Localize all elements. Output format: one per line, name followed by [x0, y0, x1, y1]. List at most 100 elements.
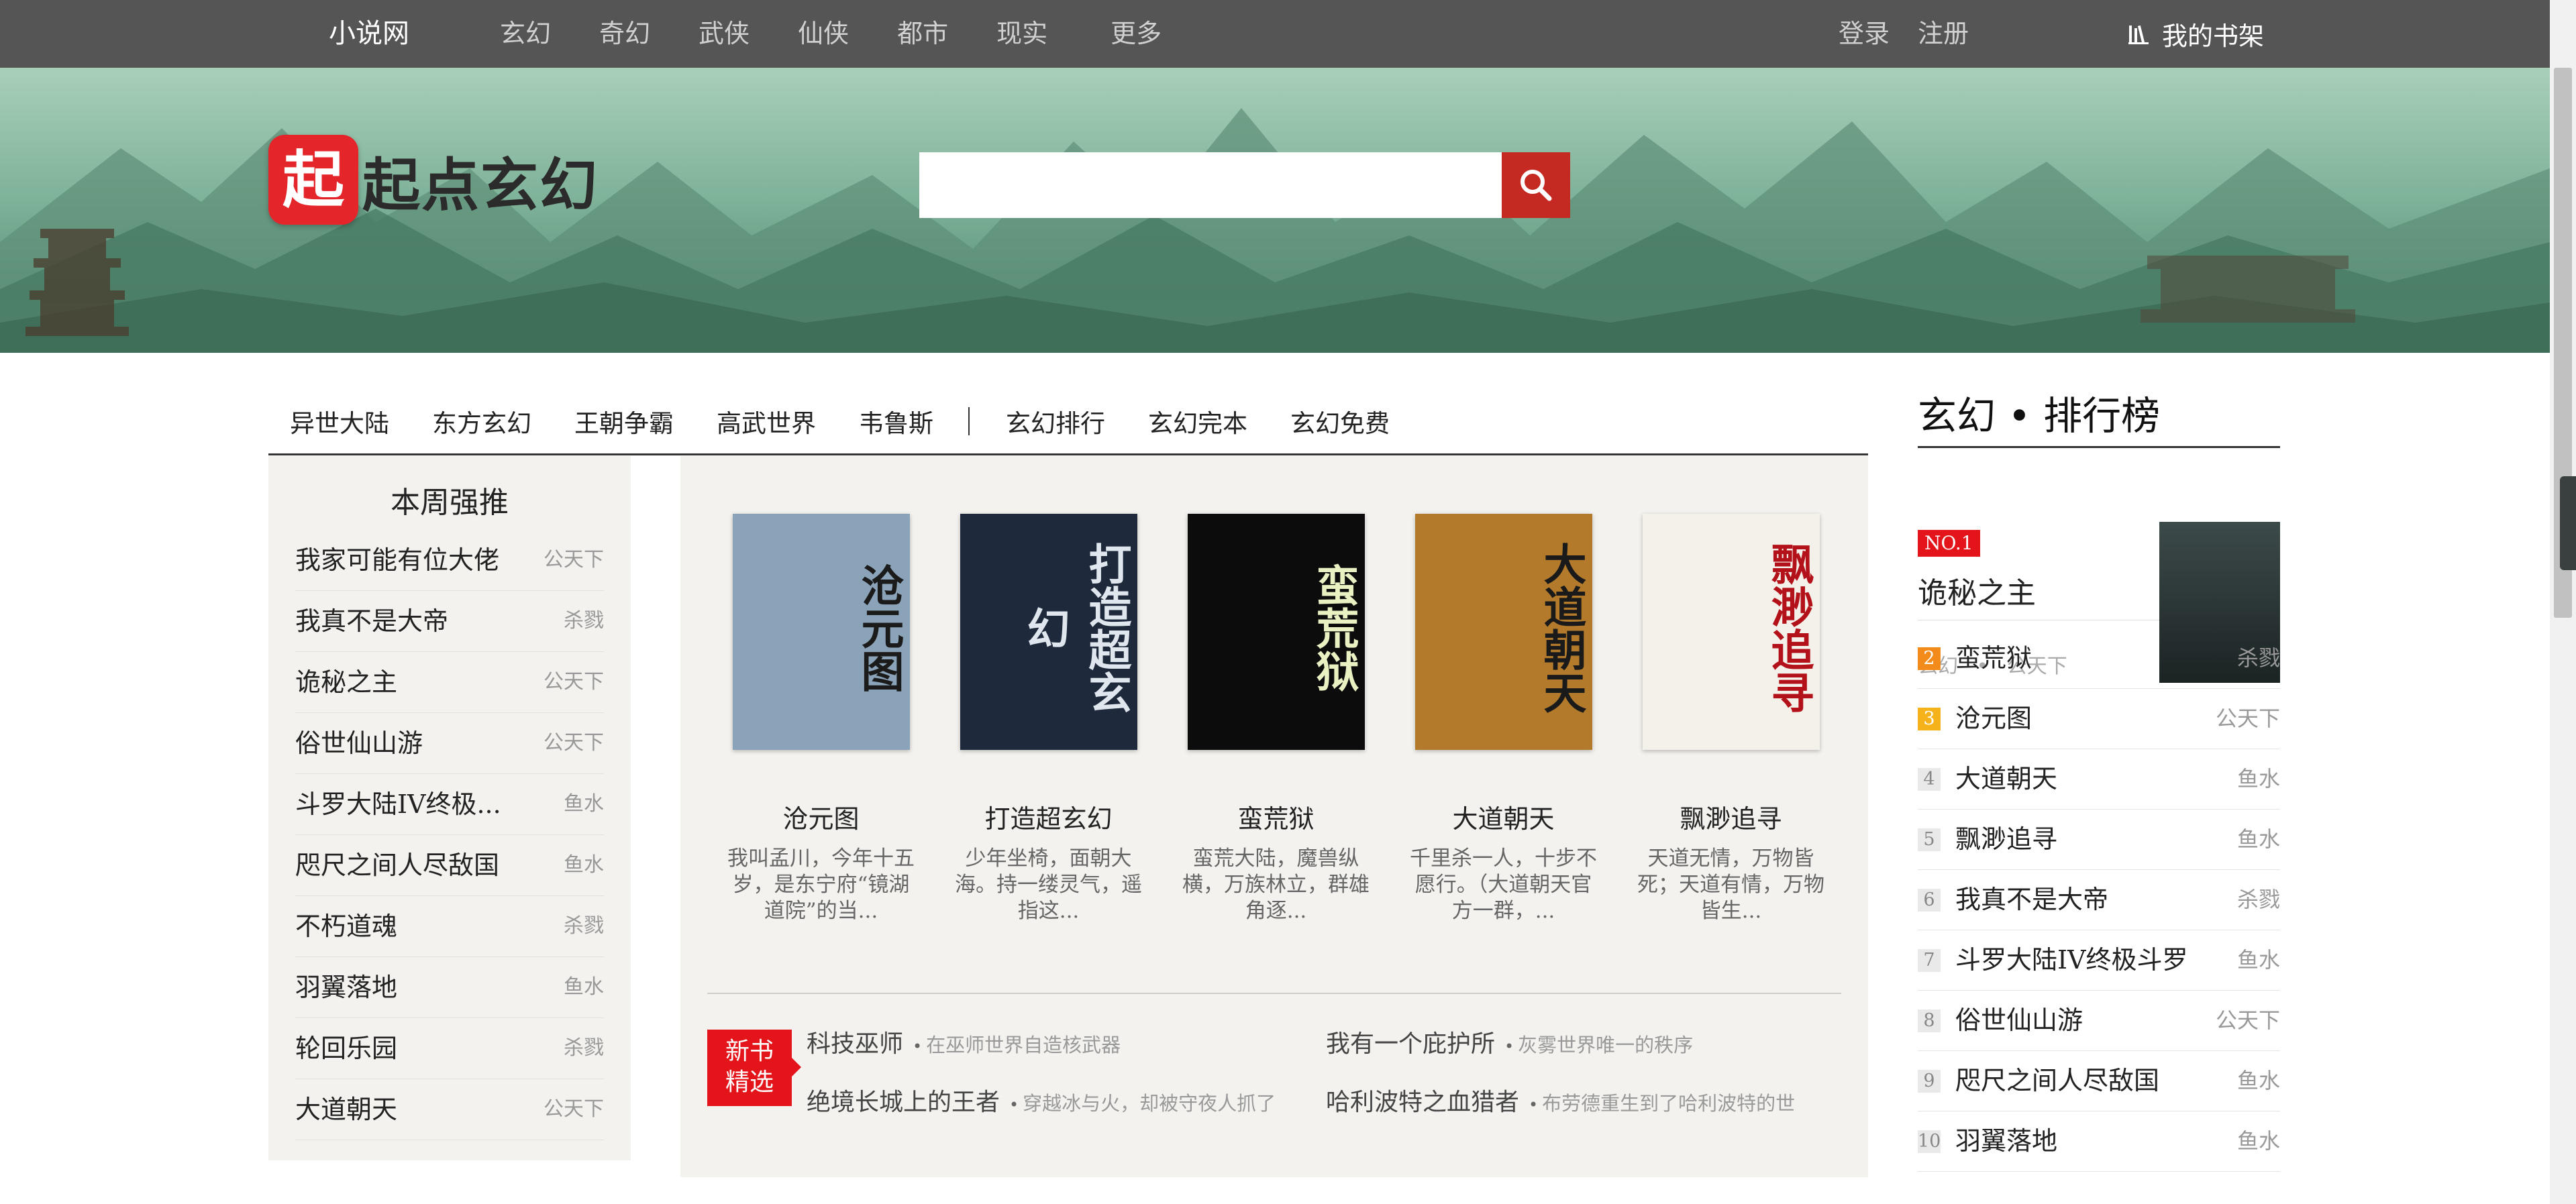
author-link[interactable]: 杀戮: [564, 591, 604, 651]
book-title-link[interactable]: 蛮荒狱: [1162, 798, 1390, 835]
ranking-list: 2 蛮荒狱 杀戮 3 沧元图 公天下 4 大道朝天 鱼水 5 飘渺追寻 鱼水 6 我真不是大帝 杀戮…: [1918, 628, 2280, 1172]
top-navigation-bar: 小说网 玄幻 奇幻 武侠 仙侠 都市 现实 更多 登录 注册 我的书架: [0, 0, 2576, 68]
register-link[interactable]: 注册: [1918, 0, 1969, 68]
site-home-link[interactable]: 小说网: [329, 0, 409, 68]
author-link[interactable]: 鱼水: [564, 774, 604, 834]
author-link[interactable]: 杀戮: [2237, 628, 2280, 688]
book-title-link[interactable]: 我家可能有位大佬: [295, 530, 499, 590]
author-link[interactable]: 鱼水: [2237, 810, 2280, 869]
featured-book-card: 打造超玄幻 打造超玄幻 少年坐椅，面朝大海。持一缕灵气，遥指这...: [935, 514, 1162, 924]
book-title-link[interactable]: 大道朝天: [1955, 749, 2237, 809]
book-cover[interactable]: 打造超玄幻: [960, 514, 1137, 750]
tab-weilusi[interactable]: 韦鲁斯: [859, 403, 933, 439]
search-input[interactable]: [919, 152, 1502, 218]
list-item: 6 我真不是大帝 杀戮: [1918, 870, 2280, 930]
author-link[interactable]: 鱼水: [2237, 1051, 2280, 1111]
login-link[interactable]: 登录: [1839, 0, 1890, 68]
book-title-link[interactable]: 不朽道魂: [295, 896, 397, 956]
book-title-link[interactable]: 轮回乐园: [295, 1018, 397, 1079]
nav-category-xianshi[interactable]: 现实: [996, 0, 1047, 68]
nav-category-wuxia[interactable]: 武侠: [699, 0, 750, 68]
book-title-link[interactable]: 诡秘之主: [1918, 569, 2036, 612]
author-link[interactable]: 鱼水: [2237, 930, 2280, 990]
book-cover[interactable]: 沧元图: [732, 514, 910, 750]
book-description: 我叫孟川，今年十五岁，是东宁府“镜湖道院”的当...: [727, 846, 915, 923]
book-title-link[interactable]: 沧元图: [707, 798, 935, 835]
author-link[interactable]: 鱼水: [564, 957, 604, 1018]
book-cover[interactable]: 大道朝天: [1414, 514, 1592, 750]
author-link[interactable]: 公天下: [544, 713, 604, 773]
book-title-link[interactable]: 飘渺追寻: [1955, 810, 2237, 869]
new-books-badge-line2: 精选: [725, 1069, 774, 1096]
book-title-link[interactable]: 诡秘之主: [295, 652, 397, 712]
book-title-link[interactable]: 蛮荒狱: [1955, 628, 2237, 688]
author-link[interactable]: 杀戮: [564, 896, 604, 956]
new-book-title-link[interactable]: 科技巫师: [807, 1024, 903, 1059]
tab-dongfang-xuanhuan[interactable]: 东方玄幻: [432, 403, 531, 439]
book-cover-title: 打造超玄幻: [1019, 542, 1132, 714]
book-title-link[interactable]: 咫尺之间人尽敌国: [295, 835, 499, 895]
author-link[interactable]: 鱼水: [2237, 749, 2280, 809]
bookshelf-label: 我的书架: [2162, 21, 2265, 51]
author-link[interactable]: 公天下: [544, 652, 604, 712]
author-link[interactable]: 公天下: [2216, 991, 2280, 1050]
nav-category-dushi[interactable]: 都市: [897, 0, 948, 68]
tab-xuanhuan-free[interactable]: 玄幻免费: [1290, 403, 1390, 439]
new-book-title-link[interactable]: 绝境长城上的王者: [807, 1083, 1000, 1117]
author-link[interactable]: 公天下: [544, 1079, 604, 1140]
book-cover[interactable]: 飘渺追寻: [1642, 514, 1820, 750]
author-link[interactable]: 鱼水: [564, 835, 604, 895]
page-scrollbar[interactable]: [2550, 0, 2576, 1204]
tab-xuanhuan-ranking[interactable]: 玄幻排行: [1006, 403, 1105, 439]
nav-more-link[interactable]: 更多: [1111, 0, 1162, 68]
author-link[interactable]: 杀戮: [2237, 870, 2280, 930]
search-button[interactable]: [1502, 152, 1570, 218]
tab-gaowu-shijie[interactable]: 高武世界: [717, 403, 816, 439]
book-title-link[interactable]: 我真不是大帝: [295, 591, 448, 651]
list-item: 我真不是大帝 杀戮: [295, 591, 604, 652]
list-item: 4 大道朝天 鱼水: [1918, 749, 2280, 810]
book-title-link[interactable]: 斗罗大陆IV终极...: [295, 774, 501, 834]
book-title-link[interactable]: 羽翼落地: [295, 957, 397, 1018]
book-title-link[interactable]: 俗世仙山游: [1955, 991, 2216, 1050]
new-book-entry: 绝境长城上的王者 • 穿越冰与火，却被守夜人抓了: [807, 1083, 1276, 1117]
list-item: 大道朝天 公天下: [295, 1079, 604, 1140]
new-book-entry: 科技巫师 • 在巫师世界自造核武器: [807, 1024, 1121, 1059]
book-cover[interactable]: 蛮荒狱: [1187, 514, 1365, 750]
author-link[interactable]: 杀戮: [564, 1018, 604, 1079]
tab-separator: [968, 407, 970, 435]
book-cover-title: 蛮荒狱: [1308, 563, 1359, 692]
new-book-title-link[interactable]: 我有一个庇护所: [1326, 1024, 1495, 1059]
author-link[interactable]: 鱼水: [2237, 1111, 2280, 1171]
book-title-link[interactable]: 大道朝天: [295, 1079, 397, 1140]
book-title-link[interactable]: 我真不是大帝: [1955, 870, 2237, 930]
nav-category-qihuan[interactable]: 奇幻: [599, 0, 650, 68]
tab-xuanhuan-completed[interactable]: 玄幻完本: [1148, 403, 1247, 439]
book-title-link[interactable]: 俗世仙山游: [295, 713, 423, 773]
book-title-link[interactable]: 飘渺追寻: [1617, 798, 1845, 835]
book-title-link[interactable]: 斗罗大陆IV终极斗罗: [1955, 930, 2237, 990]
book-title-link[interactable]: 大道朝天: [1390, 798, 1617, 835]
ranking-title: 玄幻 • 排行榜: [1918, 386, 2280, 448]
tab-yishi-dalu[interactable]: 异世大陆: [290, 403, 389, 439]
floating-side-widget[interactable]: [2560, 476, 2576, 570]
book-title-link[interactable]: 咫尺之间人尽敌国: [1955, 1051, 2237, 1111]
bookshelf-link[interactable]: 我的书架: [2127, 0, 2264, 68]
list-item: 2 蛮荒狱 杀戮: [1918, 628, 2280, 689]
book-title-link[interactable]: 沧元图: [1955, 689, 2216, 749]
author-link[interactable]: 公天下: [544, 530, 604, 590]
new-book-title-link[interactable]: 哈利波特之血猎者: [1326, 1083, 1519, 1117]
nav-category-xuanhuan[interactable]: 玄幻: [500, 0, 551, 68]
nav-category-xianxia[interactable]: 仙侠: [798, 0, 849, 68]
book-title-link[interactable]: 羽翼落地: [1955, 1111, 2237, 1171]
tab-wangchao-zhengba[interactable]: 王朝争霸: [574, 403, 674, 439]
channel-logo[interactable]: 起 起点玄幻: [268, 135, 599, 225]
weekly-recommend-title: 本周强推: [391, 486, 509, 520]
author-link[interactable]: 公天下: [2216, 689, 2280, 749]
logo-mark: 起: [268, 135, 358, 225]
rank-number: 3: [1918, 707, 1941, 730]
new-books-badge: 新书 精选: [707, 1030, 801, 1106]
rank-number: 8: [1918, 1009, 1941, 1032]
new-book-entry: 哈利波特之血猎者 • 布劳德重生到了哈利波特的世: [1326, 1083, 1795, 1117]
book-title-link[interactable]: 打造超玄幻: [935, 798, 1162, 835]
